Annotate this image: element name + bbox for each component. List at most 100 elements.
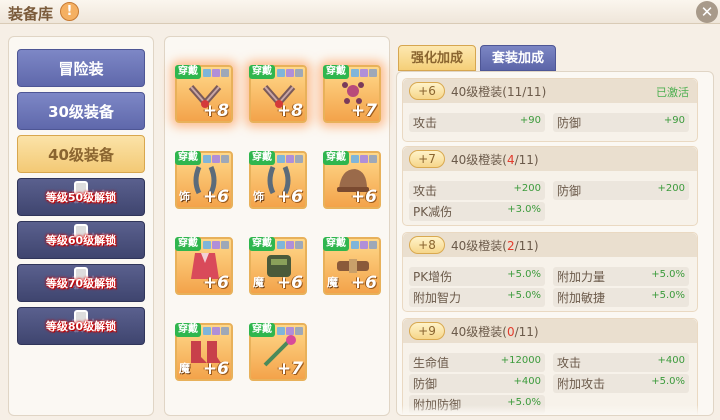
window-title: 装备库 [8,5,54,23]
gem-slots [203,241,229,249]
equipment-slot[interactable]: 穿戴 +8 [175,65,233,123]
equipped-badge: 穿戴 [249,237,275,251]
equipment-slot[interactable]: 穿戴 +6 [323,151,381,209]
nav-label: 40级装备 [48,146,114,164]
equipped-badge: 穿戴 [323,65,349,79]
progress-count: 2 [506,239,515,253]
equipped-badge: 穿戴 [249,65,275,79]
tab-set-bonus[interactable]: 套装加成 [480,45,556,71]
bonus-title: 40级橙装(4/11) [451,153,539,167]
gem-slots [351,69,377,77]
unlock-requirement: 等级50级解锁 [45,191,117,204]
equipment-slot[interactable]: 穿戴 魔 +6 [323,237,381,295]
nav-adventure[interactable]: 冒险装 [17,49,145,87]
stat-row: 附加力量 +5.0% [553,267,689,286]
equipment-grid: 穿戴 +8 穿戴 +8 穿戴 +7 穿戴 饰 +6 穿戴 饰 +6 穿戴 +6 … [164,36,390,416]
bonus-card: +7 40级橙装(4/11) 攻击 +200 防御 +200 PK减伤 +3.0% [402,146,698,226]
equipment-slot[interactable]: 穿戴 +8 [249,65,307,123]
stat-row: 攻击 +90 [409,113,545,132]
gem-slots [203,69,229,77]
gem-slots [277,69,303,77]
stat-row: 附加敏捷 +5.0% [553,288,689,307]
gem-slots [203,155,229,163]
stat-row: 生命值 +12000 [409,353,545,372]
stat-row: 攻击 +200 [409,181,545,200]
equipment-slot[interactable]: 穿戴 饰 +6 [249,151,307,209]
help-icon[interactable]: ! [60,2,79,21]
equipped-badge: 穿戴 [175,237,201,251]
unlock-requirement: 等级80级解锁 [45,320,117,333]
nav-label: 冒险装 [58,60,104,78]
item-type-tag: 魔 [179,362,190,375]
stat-row: 防御 +200 [553,181,689,200]
nav-level60[interactable]: 60级装备 等级60级解锁 [17,221,145,259]
equipped-badge: 穿戴 [175,65,201,79]
enhance-tier-badge: +7 [409,150,445,168]
equipped-badge: 穿戴 [175,151,201,165]
enhance-level: +6 [350,187,377,207]
bonus-list[interactable]: +6 40级橙装(11/11) 已激活 攻击 +90 防御 +90 +7 40级橙装… [396,71,714,416]
equipped-badge: 穿戴 [249,151,275,165]
enhance-tier-badge: +8 [409,236,445,254]
gem-slots [203,327,229,335]
stat-row: 攻击 +400 [553,353,689,372]
nav-level30[interactable]: 30级装备 [17,92,145,130]
nav-level70[interactable]: 70级装备 等级70级解锁 [17,264,145,302]
equipped-badge: 穿戴 [175,323,201,337]
title-bar: 装备库 ! ✕ [0,0,720,24]
enhance-tier-badge: +6 [409,82,445,100]
unlock-requirement: 等级70级解锁 [45,277,117,290]
equipment-slot[interactable]: 穿戴 +7 [249,323,307,381]
item-type-tag: 魔 [327,276,338,289]
item-type-tag: 魔 [253,276,264,289]
gem-slots [351,155,377,163]
enhance-level: +6 [276,187,303,207]
equipment-slot[interactable]: 穿戴 +6 [175,237,233,295]
nav-level40[interactable]: 40级装备 [17,135,145,173]
stat-row: PK增伤 +5.0% [409,267,545,286]
bonus-card: +6 40级橙装(11/11) 已激活 攻击 +90 防御 +90 [402,78,698,142]
activated-status: 已激活 [656,86,689,99]
category-panel: 冒险装 30级装备 40级装备 50级装备 等级50级解锁 60级装备 等级60… [8,36,154,416]
gem-slots [277,327,303,335]
stat-row: 附加智力 +5.0% [409,288,545,307]
nav-level50[interactable]: 50级装备 等级50级解锁 [17,178,145,216]
gem-slots [277,155,303,163]
stat-row: PK减伤 +3.0% [409,202,545,221]
equipped-badge: 穿戴 [323,151,349,165]
equipment-slot[interactable]: 穿戴 +7 [323,65,381,123]
enhance-level: +6 [202,359,229,379]
enhance-level: +6 [350,273,377,293]
enhance-level: +6 [202,273,229,293]
progress-count: 0 [506,325,515,339]
equipped-badge: 穿戴 [249,323,275,337]
item-type-tag: 饰 [179,190,190,203]
progress-count: 4 [506,153,515,167]
equipped-badge: 穿戴 [323,237,349,251]
nav-level80[interactable]: 80级装备 等级80级解锁 [17,307,145,345]
bonus-title: 40级橙装(2/11) [451,239,539,253]
stat-row: 防御 +90 [553,113,689,132]
equipment-slot[interactable]: 穿戴 饰 +6 [175,151,233,209]
enhance-level: +7 [350,101,377,121]
bonus-card: +8 40级橙装(2/11) PK增伤 +5.0% 附加力量 +5.0% 附加智力 +… [402,232,698,312]
tab-enhance-bonus[interactable]: 强化加成 [398,45,476,71]
gem-slots [351,241,377,249]
item-type-tag: 饰 [253,190,264,203]
equipment-slot[interactable]: 穿戴 魔 +6 [175,323,233,381]
progress-count: 11 [506,85,523,99]
unlock-requirement: 等级60级解锁 [45,234,117,247]
equipment-slot[interactable]: 穿戴 魔 +6 [249,237,307,295]
enhance-level: +8 [202,101,229,121]
enhance-level: +8 [276,101,303,121]
nav-label: 30级装备 [48,103,114,121]
enhance-tier-badge: +9 [409,322,445,340]
close-icon[interactable]: ✕ [696,1,718,23]
enhance-level: +7 [276,359,303,379]
bonus-title: 40级橙装(0/11) [451,325,539,339]
enhance-level: +6 [276,273,303,293]
gem-slots [277,241,303,249]
bonus-card: +9 40级橙装(0/11) 生命值 +12000 攻击 +400 防御 +400 附… [402,318,698,415]
enhance-level: +6 [202,187,229,207]
stat-row: 附加攻击 +5.0% [553,374,689,393]
